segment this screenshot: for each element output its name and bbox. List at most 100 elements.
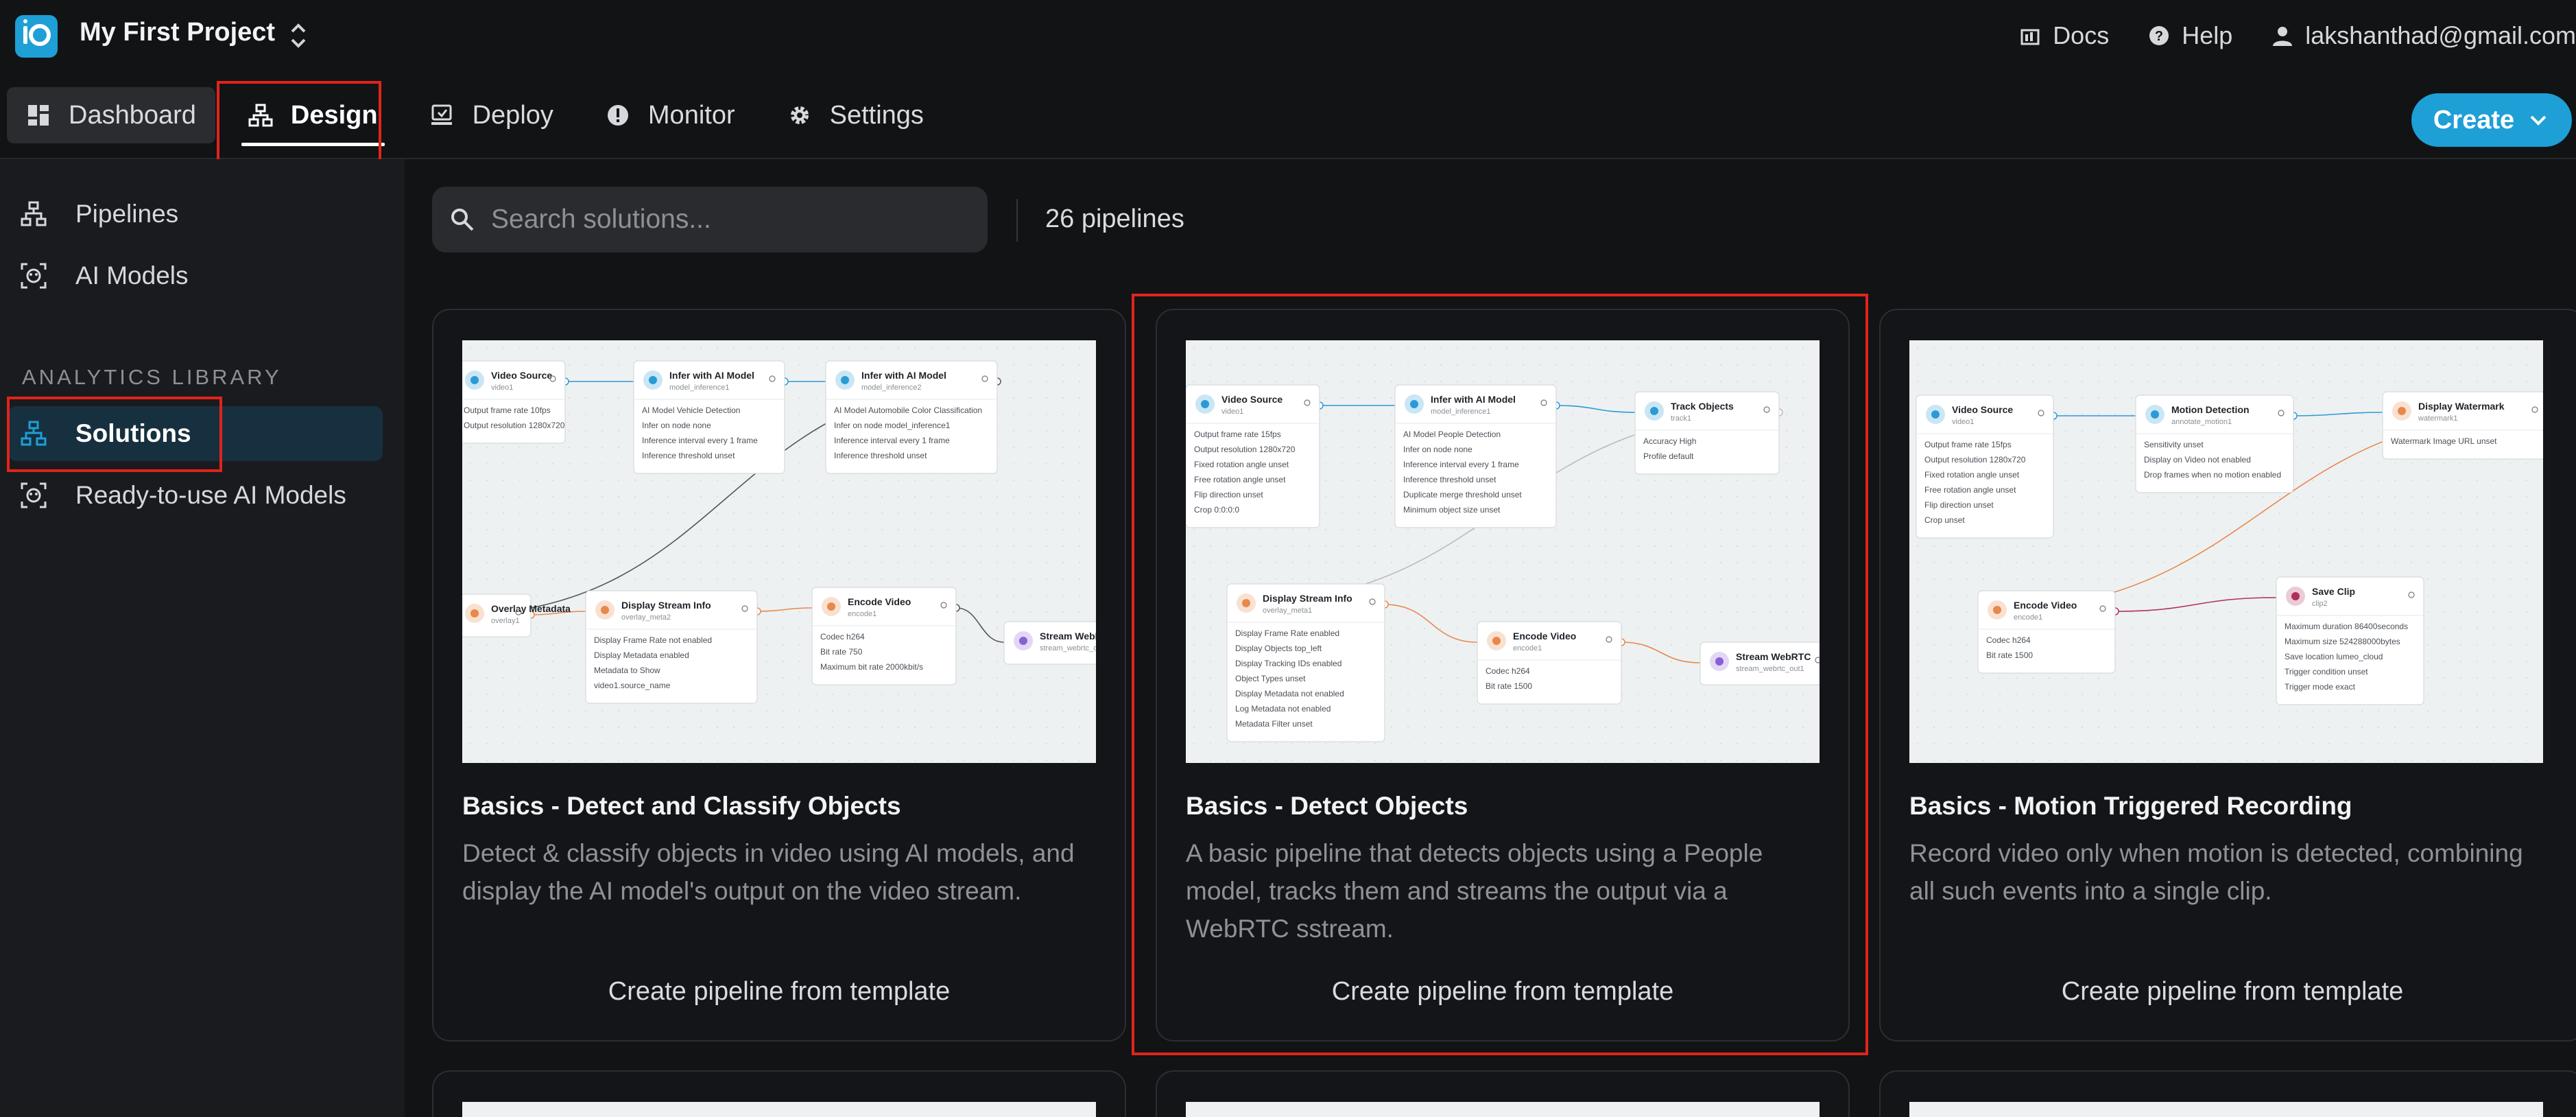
- nav-monitor[interactable]: Monitor: [586, 87, 754, 143]
- search-input[interactable]: [491, 204, 944, 235]
- node-property: Inference threshold unset: [1403, 475, 1496, 484]
- search-icon: [451, 209, 474, 231]
- node-property: Display Metadata enabled: [594, 650, 689, 660]
- node-property: Bit rate 750: [820, 647, 863, 657]
- create-pipeline-button[interactable]: Create pipeline from template: [1157, 977, 1848, 1007]
- node-title: Motion Detection: [2171, 404, 2250, 415]
- node-property: Save location lumeo_cloud: [2285, 652, 2383, 661]
- nav-settings-label: Settings: [829, 100, 924, 130]
- settings-icon: [790, 106, 809, 124]
- pipeline-preview: [462, 1102, 1096, 1117]
- node-property: Maximum size 524288000bytes: [2285, 637, 2400, 646]
- node-property: Output resolution 1280x720: [1924, 455, 2026, 465]
- node-property: Free rotation angle unset: [1924, 485, 2016, 495]
- nav-settings[interactable]: Settings: [768, 87, 943, 143]
- node-title: Infer with AI Model: [669, 370, 754, 381]
- help-label: Help: [2182, 21, 2233, 49]
- node-property: Minimum object size unset: [1403, 505, 1501, 515]
- ai-models-icon: [21, 263, 47, 289]
- node-property: Trigger condition unset: [2285, 667, 2368, 677]
- card-title: Basics - Detect Objects: [1186, 792, 1468, 820]
- docs-link[interactable]: Docs: [2018, 21, 2109, 50]
- node-title: Infer with AI Model: [1431, 394, 1516, 405]
- pipeline-node: Infer with AI Model model_inference1 AI Mo…: [1394, 384, 1557, 528]
- node-property: Watermark Image URL unset: [2391, 436, 2497, 446]
- create-pipeline-button[interactable]: Create pipeline from template: [1881, 977, 2576, 1007]
- node-property: Flip direction unset: [1194, 490, 1263, 499]
- sidebar-item-ai-models[interactable]: AI Models: [8, 248, 383, 303]
- svg-text:?: ?: [2155, 29, 2163, 44]
- node-property: Output resolution 1280x720: [1194, 445, 1296, 454]
- pipeline-node: Video Source video1 Output frame rate 15fp…: [1186, 384, 1320, 528]
- node-id: video1: [491, 384, 513, 392]
- sidebar-item-ready-to-use-ai-models[interactable]: Ready-to-use AI Models: [8, 468, 383, 523]
- sidebar-item-label: Solutions: [75, 419, 191, 447]
- sidebar-item-label: AI Models: [75, 261, 189, 290]
- solution-card[interactable]: Video Source video1 Output frame rate 15fp…: [1879, 309, 2576, 1042]
- project-name[interactable]: My First Project: [80, 18, 275, 47]
- node-property: Drop frames when no motion enabled: [2144, 470, 2281, 480]
- node-property: Display Tracking IDs enabled: [1235, 659, 1341, 668]
- node-property: Output frame rate 10fps: [464, 405, 551, 415]
- node-title: Save Clip: [2312, 586, 2355, 597]
- pipeline-preview: Video Source video1 Output frame rate 15fp…: [1186, 340, 1820, 763]
- solutions-icon: [21, 421, 47, 446]
- sidebar-item-solutions[interactable]: Solutions: [8, 406, 383, 461]
- deploy-icon: [431, 104, 452, 125]
- help-link[interactable]: ? Help: [2147, 21, 2232, 50]
- node-property: Codec h264: [1486, 666, 1530, 676]
- node-property: Codec h264: [820, 632, 865, 642]
- node-title: Video Source: [1952, 404, 2013, 415]
- pipeline-node: Encode Video encode1 Codec h264 Bit rate 15…: [1477, 621, 1622, 705]
- create-pipeline-button[interactable]: Create pipeline from template: [433, 977, 1125, 1007]
- nav-deploy-label: Deploy: [472, 100, 553, 130]
- node-property: Display Objects top_left: [1235, 644, 1322, 653]
- user-icon: [2273, 27, 2293, 46]
- solution-card[interactable]: [432, 1070, 1126, 1117]
- nav-dashboard[interactable]: Dashboard: [7, 87, 215, 143]
- node-id: clip2: [2312, 600, 2328, 608]
- node-title: Video Source: [491, 370, 552, 381]
- solution-card[interactable]: [1156, 1070, 1850, 1117]
- docs-label: Docs: [2053, 21, 2110, 49]
- solution-card[interactable]: [1879, 1070, 2576, 1117]
- node-property: AI Model People Detection: [1403, 430, 1501, 439]
- sidebar-item-label: Ready-to-use AI Models: [75, 481, 346, 509]
- nav-design[interactable]: Design: [229, 87, 397, 146]
- pipeline-node: Display Watermark watermark1 Watermark Ima…: [2382, 391, 2543, 460]
- node-property: Free rotation angle unset: [1194, 475, 1286, 484]
- top-bar: My First Project Docs ? Help lakshanthad…: [0, 0, 2576, 159]
- create-button[interactable]: Create: [2411, 93, 2572, 147]
- app-logo-icon[interactable]: [15, 15, 58, 58]
- sidebar-item-pipelines[interactable]: Pipelines: [8, 187, 383, 242]
- nav-deploy[interactable]: Deploy: [411, 87, 573, 143]
- project-switcher-icon[interactable]: [287, 21, 310, 51]
- node-property: Log Metadata not enabled: [1235, 704, 1331, 714]
- node-title: Display Watermark: [2418, 401, 2505, 412]
- pipeline-node: Stream WebRTC stream_webrtc_out1: [1003, 621, 1096, 665]
- account-email: lakshanthad@gmail.com: [2305, 21, 2576, 49]
- node-title: Display Stream Info: [1263, 593, 1352, 604]
- solution-card[interactable]: Video Source video1 Output frame rate 10fp…: [432, 309, 1126, 1042]
- solution-card[interactable]: Video Source video1 Output frame rate 15fp…: [1156, 309, 1850, 1042]
- node-property: Inference threshold unset: [642, 451, 735, 460]
- docs-icon: [2020, 29, 2040, 45]
- node-property: Infer on node model_inference1: [834, 421, 951, 430]
- account-link[interactable]: lakshanthad@gmail.com: [2271, 21, 2576, 50]
- search-box[interactable]: [432, 187, 988, 252]
- node-property: Maximum bit rate 2000kbit/s: [820, 662, 923, 672]
- pipeline-node: Track Objects track1 Accuracy High Profile …: [1634, 391, 1780, 475]
- pipeline-node: Save Clip clip2 Maximum duration 86400seco…: [2276, 576, 2424, 705]
- node-title: Stream WebRTC: [1040, 631, 1096, 642]
- node-property: Crop unset: [1924, 515, 1965, 525]
- pipeline-preview: [1186, 1102, 1820, 1117]
- node-title: Video Source: [1221, 394, 1283, 405]
- node-property: Inference interval every 1 frame: [642, 436, 758, 445]
- node-property: Trigger mode exact: [2285, 682, 2356, 692]
- monitor-icon: [607, 105, 628, 126]
- node-id: annotate_motion1: [2171, 418, 2232, 426]
- node-property: Object Types unset: [1235, 674, 1306, 683]
- card-title: Basics - Detect and Classify Objects: [462, 792, 901, 820]
- node-property: Display Frame Rate not enabled: [594, 635, 712, 645]
- node-property: Output resolution 1280x720: [464, 421, 565, 430]
